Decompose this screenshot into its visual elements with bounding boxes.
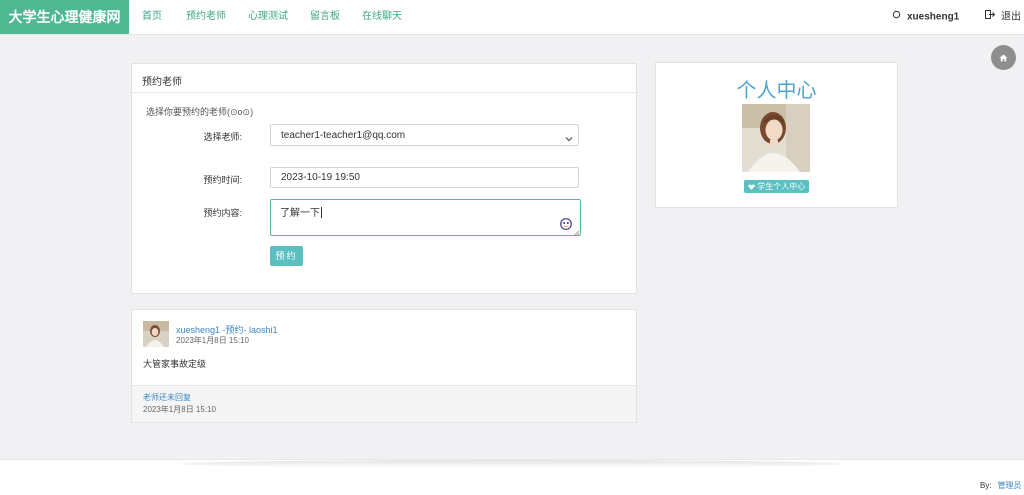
nav-home[interactable]: 首页 (142, 0, 162, 34)
content-textarea[interactable]: 了解一下 (270, 199, 581, 237)
profile-title: 个人中心 (736, 80, 817, 102)
nav-psych-test[interactable]: 心理测试 (248, 0, 288, 34)
emoji-icon[interactable] (560, 218, 572, 230)
chevron-down-icon (565, 130, 573, 142)
time-label: 预约时间: (203, 175, 242, 185)
message-body: 大管家事故定级 (143, 359, 207, 369)
heart-icon (748, 182, 757, 191)
profile-avatar (742, 104, 810, 172)
teacher-label: 选择老师: (203, 132, 242, 142)
reply-section: 老师还未回复 2023年1月8日 15:10 (132, 385, 636, 422)
site-brand[interactable]: 大学生心理健康网 (0, 0, 129, 34)
reply-time: 2023年1月8日 15:10 (143, 405, 216, 414)
top-navbar: 大学生心理健康网 首页 预约老师 心理测试 留言板 在线聊天 xuesheng1… (0, 0, 1024, 35)
teacher-select-value: teacher1-teacher1@qq.com (281, 130, 406, 141)
booking-hint: 选择你要预约的老师(⊙o⊙) (146, 107, 254, 117)
student-center-label: 学生个人中心 (757, 182, 806, 191)
booking-panel: 预约老师 选择你要预约的老师(⊙o⊙) 选择老师: teacher1-teach… (131, 63, 637, 294)
submit-booking-button[interactable]: 预约 (270, 246, 303, 266)
footer-credit: By: 管理员 (980, 480, 1022, 491)
teacher-select[interactable]: teacher1-teacher1@qq.com (270, 124, 579, 146)
text-caret (321, 207, 322, 218)
nav-online-chat[interactable]: 在线聊天 (362, 0, 402, 34)
logout-link[interactable]: 退出 (985, 0, 1021, 34)
footer-shadow (180, 460, 844, 468)
panel-title: 预约老师 (142, 77, 182, 88)
user-icon (892, 0, 901, 34)
content-textarea-value: 了解一下 (280, 208, 320, 219)
user-menu[interactable]: xuesheng1 (892, 0, 959, 34)
message-time: 2023年1月8日 15:10 (176, 336, 249, 345)
time-input[interactable]: 2023-10-19 19:50 (270, 167, 579, 188)
divider (132, 92, 636, 93)
username: xuesheng1 (907, 11, 960, 23)
home-icon (999, 49, 1008, 67)
profile-panel: 个人中心 学生个人中心 (655, 62, 898, 208)
home-float-button[interactable] (991, 45, 1016, 70)
booking-message-card: xuesheng1 -预约- laoshi1 2023年1月8日 15:10 大… (131, 309, 637, 423)
footer-admin-link[interactable]: 管理员 (998, 481, 1022, 490)
content-label: 预约内容: (203, 208, 242, 218)
nav-book-teacher[interactable]: 预约老师 (186, 0, 226, 34)
logout-label: 退出 (1001, 11, 1021, 23)
footer-by-label: By: (980, 481, 992, 490)
student-center-button[interactable]: 学生个人中心 (744, 180, 810, 193)
page-footer: By: 管理员 (0, 459, 1024, 495)
time-input-value: 2023-10-19 19:50 (281, 172, 360, 183)
nav-message-board[interactable]: 留言板 (310, 0, 340, 34)
resize-grip-icon[interactable] (573, 228, 580, 237)
logout-icon (985, 0, 996, 34)
avatar (143, 321, 169, 347)
reply-status: 老师还未回复 (143, 393, 191, 402)
